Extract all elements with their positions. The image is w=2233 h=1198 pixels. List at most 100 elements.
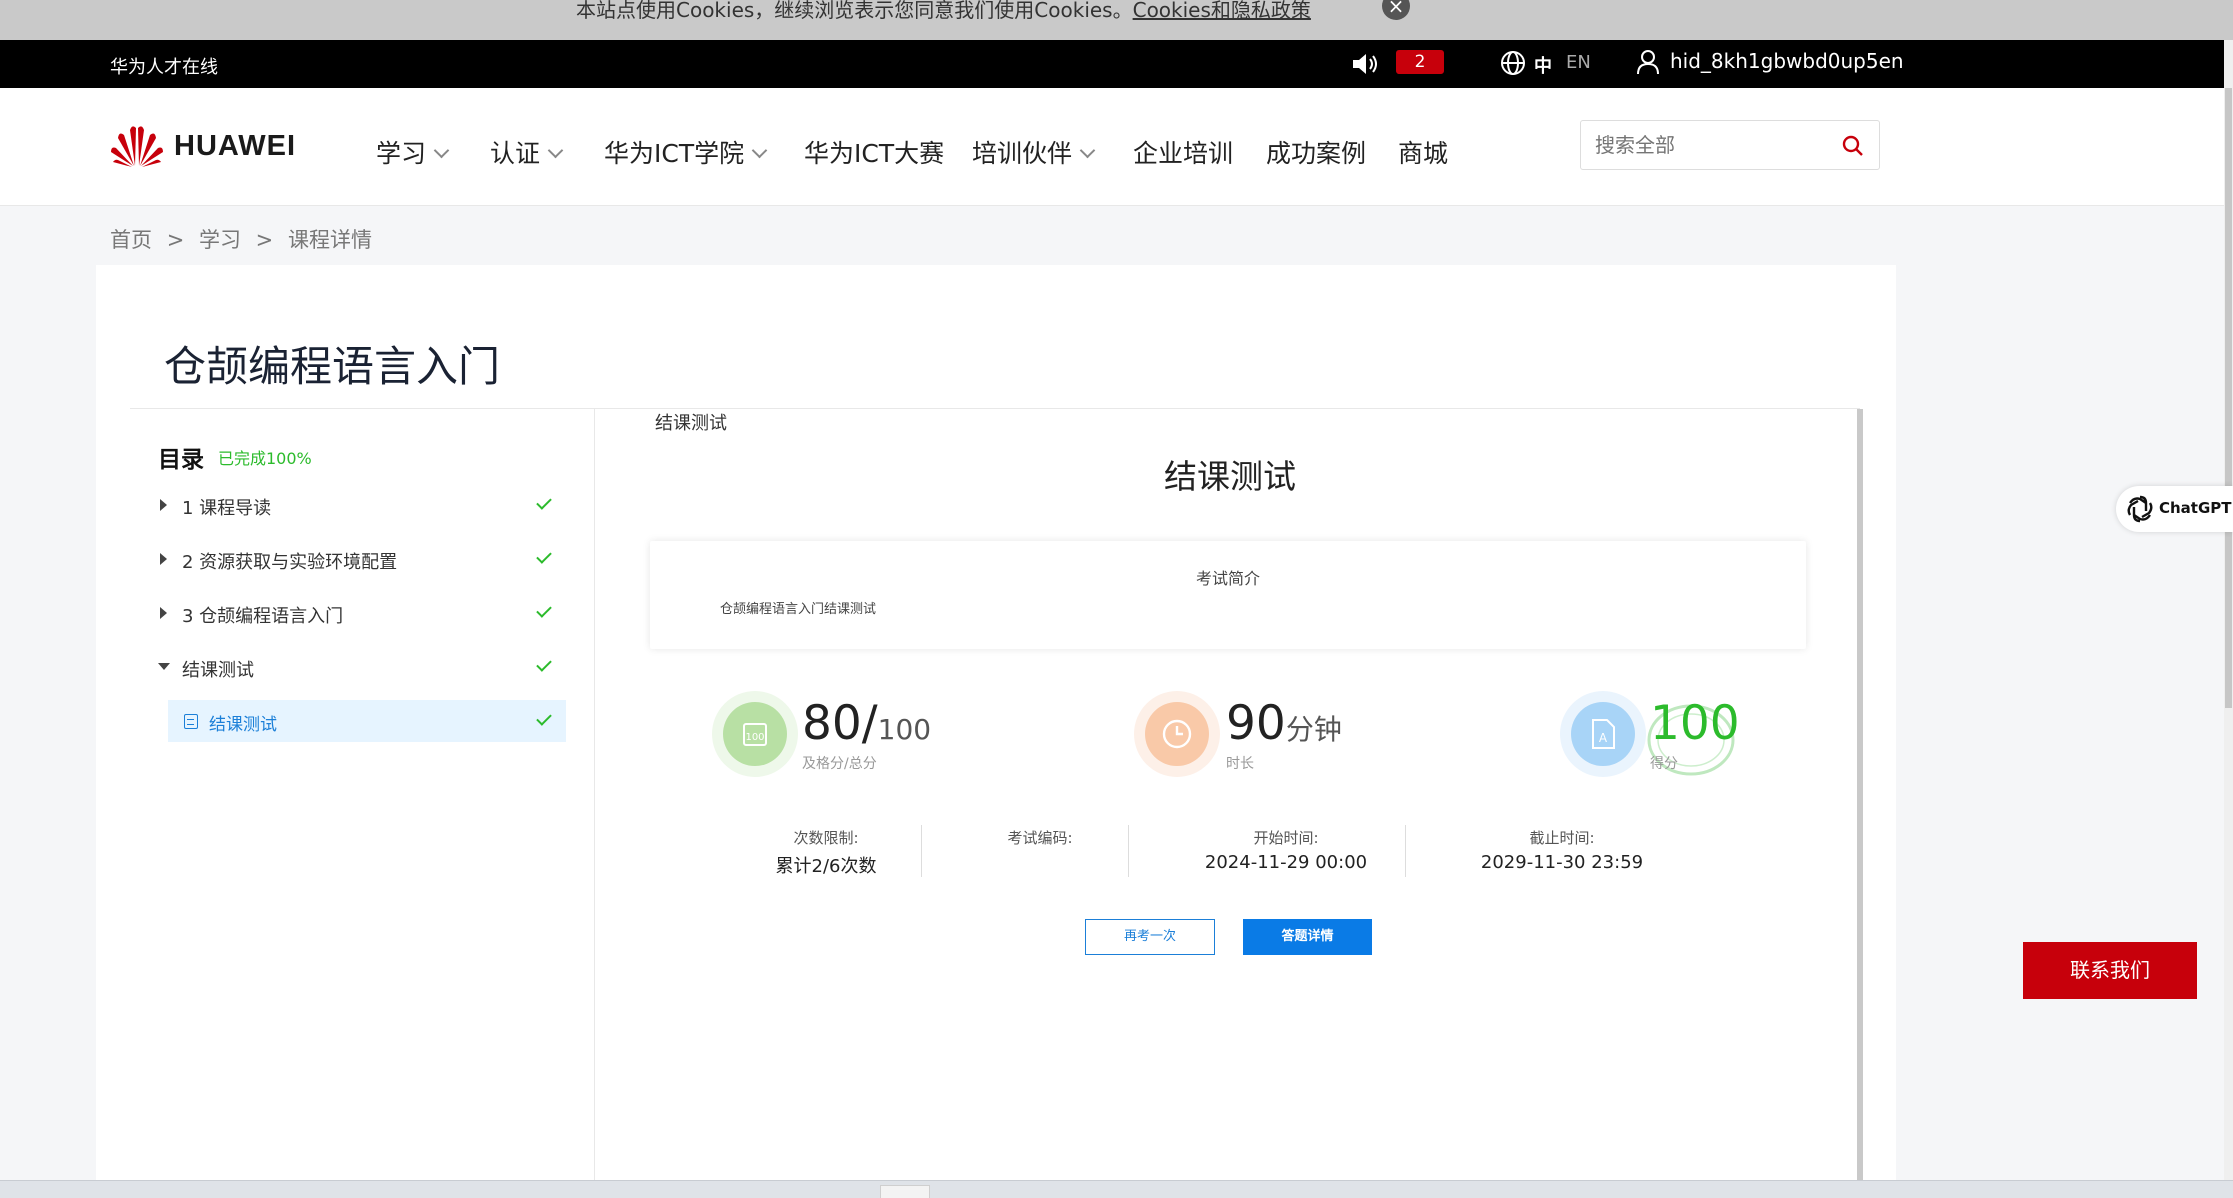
nav-item-cases[interactable]: 成功案例	[1266, 134, 1366, 170]
cookie-banner: 本站点使用Cookies，继续浏览表示您同意我们使用Cookies。Cookie…	[0, 0, 2233, 40]
caret-right-icon	[160, 553, 167, 565]
globe-icon[interactable]	[1500, 50, 1526, 76]
duration-label: 时长	[1226, 756, 1254, 772]
chevron-down-icon	[433, 142, 450, 159]
exam-intro-heading: 考试简介	[1196, 569, 1261, 588]
course-title: 仓颉编程语言入门	[164, 342, 501, 391]
breadcrumb-separator: >	[255, 228, 274, 252]
toc-item-label: 3 仓颉编程语言入门	[182, 606, 344, 627]
score-icon: 100	[712, 691, 798, 777]
svg-text:100: 100	[745, 732, 764, 743]
lang-en[interactable]: EN	[1566, 52, 1591, 73]
main-nav: HUAWEI 学习 认证 华为ICT学院 华为ICT大赛 培训伙伴 企业培训 成…	[0, 88, 2224, 206]
nav-item-cert[interactable]: 认证	[490, 134, 564, 170]
toc-item-label: 1 课程导读	[182, 498, 272, 519]
pass-score-value: 80/	[802, 696, 878, 751]
check-icon	[536, 656, 552, 672]
toc-item-label: 结课测试	[182, 660, 254, 681]
toc-progress: 已完成100%	[218, 449, 312, 468]
bottom-tab[interactable]	[880, 1185, 930, 1198]
nav-label: 认证	[490, 139, 541, 168]
nav-item-ict-academy[interactable]: 华为ICT学院	[604, 134, 768, 170]
exam-code-label: 考试编码:	[1007, 829, 1073, 847]
lang-zh[interactable]: 中	[1534, 52, 1552, 78]
exam-intro-text: 仓颉编程语言入门结课测试	[720, 602, 877, 617]
toc-sub-item-active[interactable]: 结课测试	[168, 700, 566, 742]
toc-item[interactable]: 2 资源获取与实验环境配置	[158, 540, 558, 580]
site-name[interactable]: 华为人才在线	[110, 53, 218, 79]
score-value: 100	[1650, 696, 1740, 751]
info-separator	[1405, 825, 1406, 877]
toc-item[interactable]: 3 仓颉编程语言入门	[158, 594, 558, 634]
search-icon[interactable]	[1841, 134, 1865, 158]
nav-item-partners[interactable]: 培训伙伴	[972, 134, 1096, 170]
panel-scrollbar[interactable]	[1857, 409, 1863, 1183]
breadcrumb-home[interactable]: 首页	[110, 228, 152, 252]
top-bar: 华为人才在线 2 中 EN hid_8kh1gbwbd0up5en	[0, 40, 2224, 88]
nav-label: 商城	[1398, 139, 1449, 168]
breadcrumb-current: 课程详情	[287, 228, 372, 252]
check-icon	[536, 602, 552, 618]
browser-bottom-bar	[0, 1180, 2233, 1198]
scrollbar-thumb[interactable]	[2225, 88, 2232, 708]
logo-text[interactable]: HUAWEI	[174, 130, 296, 163]
cookie-text: 本站点使用Cookies，继续浏览表示您同意我们使用Cookies。Cookie…	[576, 0, 1311, 23]
start-time-label: 开始时间:	[1253, 829, 1319, 847]
cookie-policy-link[interactable]: Cookies和隐私政策	[1133, 0, 1311, 22]
svg-text:A: A	[1599, 731, 1608, 745]
chevron-down-icon	[751, 142, 768, 159]
retry-exam-button[interactable]: 再考一次	[1085, 919, 1215, 955]
sidebar-divider	[594, 409, 595, 1185]
result-icon: A	[1560, 691, 1646, 777]
divider	[130, 408, 1860, 409]
search-input[interactable]	[1595, 131, 1835, 159]
exam-title: 结课测试	[1164, 457, 1296, 496]
breadcrumb-learn[interactable]: 学习	[199, 228, 241, 252]
caret-right-icon	[160, 499, 167, 511]
exam-intro-box	[650, 541, 1806, 649]
chatgpt-label: ChatGPT	[2159, 499, 2232, 517]
huawei-logo-icon[interactable]	[110, 122, 164, 168]
check-icon	[536, 548, 552, 564]
search-box	[1580, 120, 1880, 170]
toc-item[interactable]: 1 课程导读	[158, 486, 558, 526]
page-scrollbar[interactable]	[2224, 40, 2233, 1198]
nav-label: 华为ICT大赛	[804, 139, 945, 168]
nav-item-learn[interactable]: 学习	[376, 134, 450, 170]
pass-score: 80/100	[802, 696, 931, 751]
document-icon	[184, 714, 198, 729]
chatgpt-widget[interactable]: ChatGPT	[2116, 486, 2233, 532]
nav-label: 培训伙伴	[972, 139, 1073, 168]
score-label: 得分	[1650, 756, 1678, 772]
toc-item-label: 2 资源获取与实验环境配置	[182, 552, 398, 573]
caret-down-icon	[158, 663, 170, 670]
nav-item-ict-competition[interactable]: 华为ICT大赛	[804, 134, 944, 170]
breadcrumb-separator: >	[166, 228, 185, 252]
total-score-value: 100	[877, 713, 932, 746]
close-icon[interactable]: ×	[1382, 0, 1410, 20]
breadcrumb: 首页 > 学习 > 课程详情	[110, 224, 380, 254]
notification-badge[interactable]: 2	[1396, 50, 1444, 74]
user-icon[interactable]	[1636, 49, 1660, 75]
speaker-icon[interactable]	[1350, 50, 1380, 78]
toc-item[interactable]: 结课测试	[158, 648, 558, 688]
answer-details-button[interactable]: 答题详情	[1243, 919, 1372, 955]
end-time-label: 截止时间:	[1529, 829, 1595, 847]
contact-us-button[interactable]: 联系我们	[2023, 942, 2197, 999]
check-icon	[536, 494, 552, 510]
nav-item-enterprise[interactable]: 企业培训	[1133, 134, 1233, 170]
toc-sub-item-label: 结课测试	[209, 715, 277, 735]
nav-label: 学习	[376, 139, 427, 168]
pass-score-label: 及格分/总分	[802, 756, 877, 772]
chatgpt-icon	[2127, 495, 2153, 523]
attempts-value: 累计2/6次数	[775, 856, 877, 877]
clock-icon	[1162, 719, 1192, 749]
duration: 90分钟	[1226, 696, 1342, 751]
nav-label: 企业培训	[1133, 139, 1234, 168]
nav-item-store[interactable]: 商城	[1398, 134, 1448, 170]
cookie-message: 本站点使用Cookies，继续浏览表示您同意我们使用Cookies。	[576, 0, 1133, 22]
username[interactable]: hid_8kh1gbwbd0up5en	[1670, 49, 1904, 73]
section-label: 结课测试	[655, 413, 727, 434]
duration-icon	[1134, 691, 1220, 777]
duration-unit: 分钟	[1285, 713, 1342, 746]
